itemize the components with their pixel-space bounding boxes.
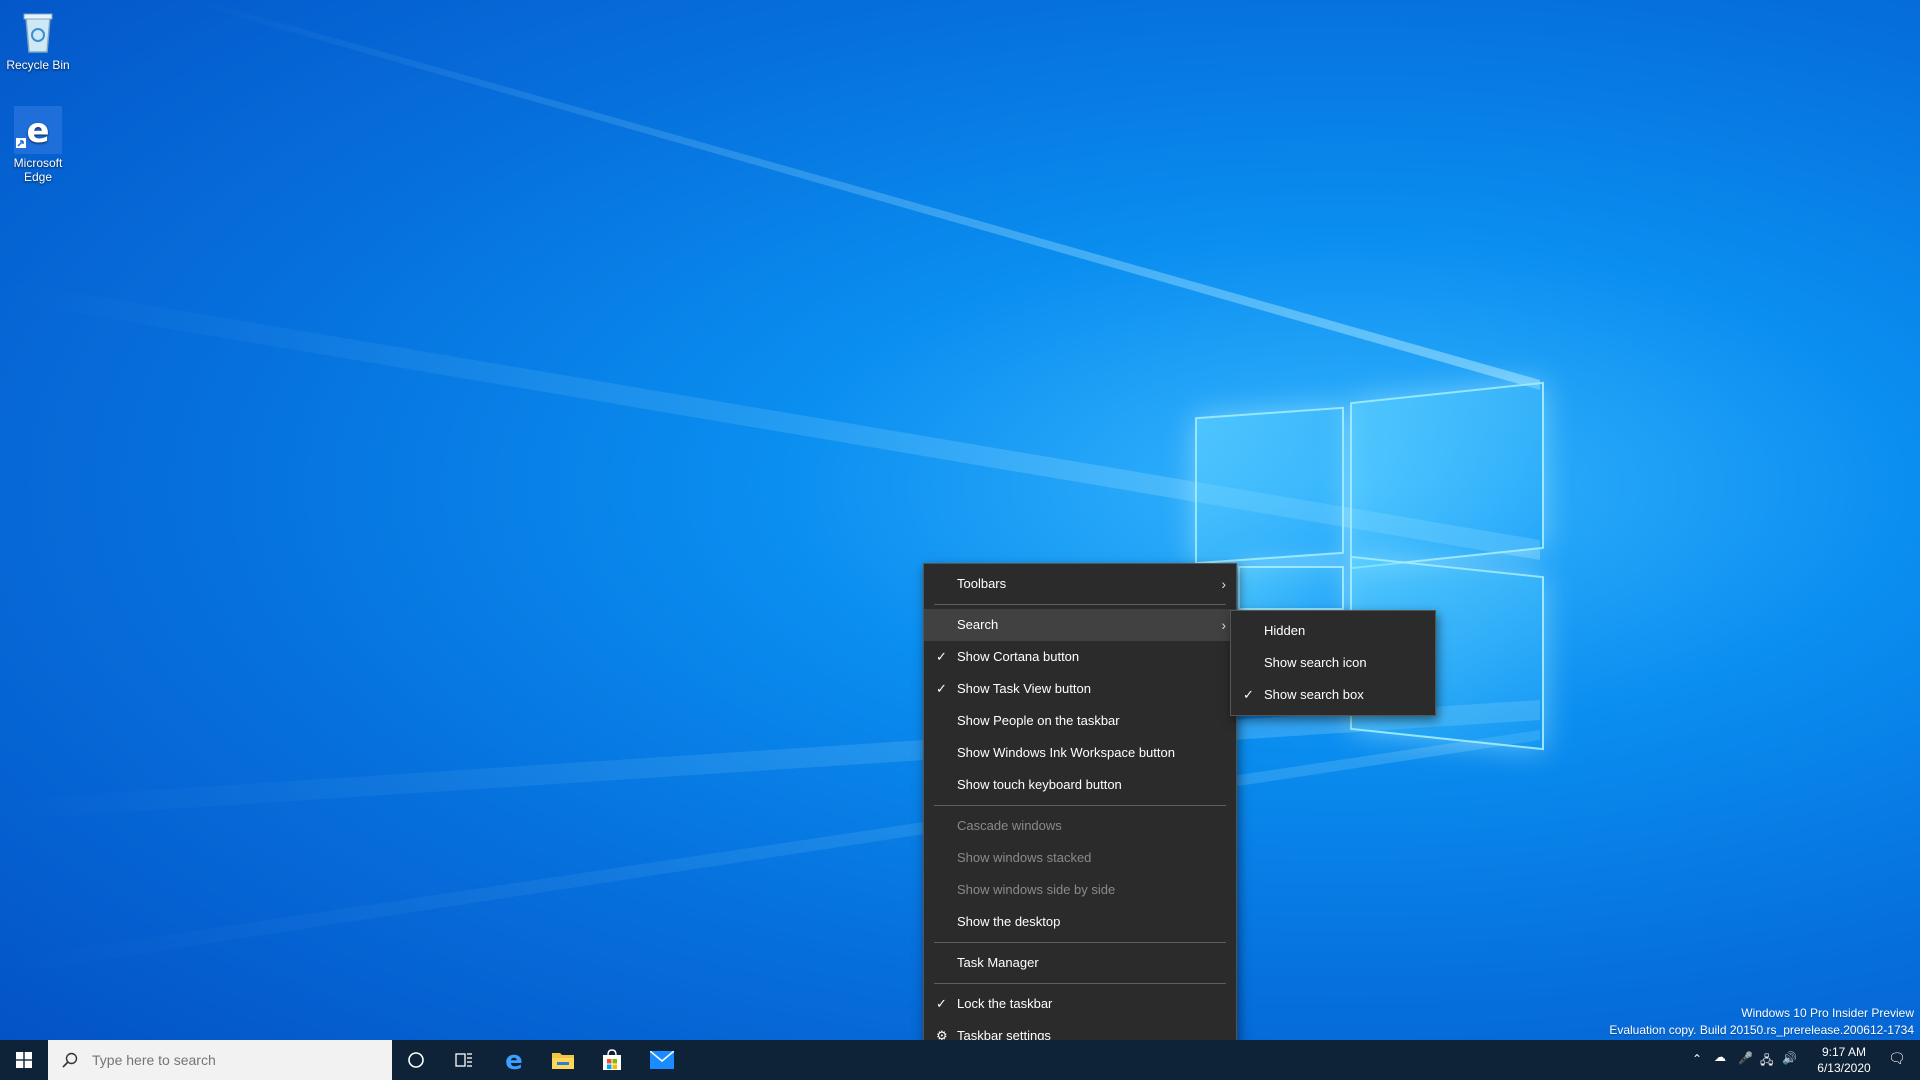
edge-taskbar-button[interactable]: e — [490, 1040, 538, 1080]
cortana-circle-icon — [408, 1052, 424, 1068]
menu-item-search[interactable]: Search › — [924, 609, 1236, 641]
action-center-icon[interactable]: 🗨 — [1888, 1050, 1906, 1067]
mail-button[interactable] — [638, 1040, 686, 1080]
submenu-item-show-search-box[interactable]: ✓ Show search box — [1231, 679, 1435, 711]
microsoft-edge-desktop-icon[interactable]: e Microsoft Edge — [0, 106, 76, 184]
menu-item-show-task-view[interactable]: ✓ Show Task View button — [924, 673, 1236, 705]
menu-item-lock-taskbar[interactable]: ✓ Lock the taskbar — [924, 988, 1236, 1020]
svg-text:e: e — [26, 111, 49, 151]
watermark-build: Evaluation copy. Build 20150.rs_prerelea… — [1609, 1023, 1914, 1037]
checkmark-icon: ✓ — [936, 681, 947, 696]
file-explorer-button[interactable] — [539, 1040, 587, 1080]
search-submenu: Hidden Show search icon ✓ Show search bo… — [1230, 610, 1436, 716]
clock-time: 9:17 AM — [1821, 1045, 1867, 1059]
menu-item-show-desktop[interactable]: Show the desktop — [924, 906, 1236, 938]
menu-item-windows-stacked: Show windows stacked — [924, 842, 1236, 874]
lock-taskbar-label: Lock the taskbar — [957, 996, 1053, 1011]
search-input[interactable] — [90, 1051, 374, 1069]
windows-start-icon — [16, 1052, 32, 1068]
chevron-right-icon: › — [1221, 617, 1226, 633]
recycle-bin-icon — [14, 8, 62, 56]
checkmark-icon: ✓ — [1243, 687, 1254, 702]
volume-icon[interactable]: 🔊 — [1782, 1051, 1797, 1065]
cortana-button[interactable] — [392, 1040, 440, 1080]
start-button[interactable] — [0, 1040, 48, 1080]
checkmark-icon: ✓ — [936, 649, 947, 664]
svg-text:e: e — [505, 1047, 523, 1073]
hidden-label: Hidden — [1264, 623, 1306, 638]
taskbar[interactable]: e ⌃ ☁ 🎤 🖧 🔊 9:17 AM 6/13/2020 — [0, 1040, 1920, 1080]
recycle-bin-label: Recycle Bin — [6, 58, 70, 72]
show-search-box-label: Show search box — [1264, 687, 1364, 702]
side-by-side-label: Show windows side by side — [957, 882, 1116, 897]
edge-icon: e — [505, 1047, 523, 1073]
search-icon — [62, 1052, 78, 1068]
microsoft-edge-label: Microsoft Edge — [13, 156, 63, 184]
menu-item-task-manager[interactable]: Task Manager — [924, 947, 1236, 979]
folder-icon — [552, 1053, 574, 1069]
network-icon[interactable]: 🖧 — [1760, 1051, 1773, 1072]
microsoft-store-button[interactable] — [588, 1040, 636, 1080]
task-view-button[interactable] — [440, 1040, 488, 1080]
menu-item-show-cortana[interactable]: ✓ Show Cortana button — [924, 641, 1236, 673]
show-touch-keyboard-label: Show touch keyboard button — [957, 777, 1122, 792]
menu-item-show-ink-workspace[interactable]: Show Windows Ink Workspace button — [924, 737, 1236, 769]
clock[interactable]: 9:17 AM 6/13/2020 — [1802, 1044, 1886, 1076]
show-task-view-label: Show Task View button — [957, 681, 1091, 696]
task-manager-label: Task Manager — [957, 955, 1039, 970]
submenu-item-hidden[interactable]: Hidden — [1231, 615, 1435, 647]
toolbars-label: Toolbars — [957, 576, 1007, 591]
taskbar-context-menu: Toolbars › Search › ✓ Show Cortana butto… — [923, 563, 1237, 1057]
mail-icon — [650, 1051, 674, 1069]
microphone-icon[interactable]: 🎤 — [1738, 1051, 1753, 1065]
store-bag-icon — [603, 1049, 621, 1070]
edge-icon: e — [14, 106, 62, 154]
show-ink-label: Show Windows Ink Workspace button — [957, 745, 1175, 760]
search-label: Search — [957, 617, 999, 632]
stacked-label: Show windows stacked — [957, 850, 1092, 865]
show-search-icon-label: Show search icon — [1264, 655, 1367, 670]
cloud-icon[interactable]: ☁ — [1714, 1050, 1726, 1064]
menu-separator — [934, 983, 1226, 984]
menu-item-show-people[interactable]: Show People on the taskbar — [924, 705, 1236, 737]
clock-date: 6/13/2020 — [1817, 1061, 1871, 1075]
chevron-up-icon[interactable]: ⌃ — [1692, 1052, 1702, 1066]
menu-item-show-touch-keyboard[interactable]: Show touch keyboard button — [924, 769, 1236, 801]
cascade-label: Cascade windows — [957, 818, 1062, 833]
task-view-icon — [455, 1053, 472, 1067]
menu-separator — [934, 805, 1226, 806]
show-cortana-label: Show Cortana button — [957, 649, 1080, 664]
submenu-item-show-search-icon[interactable]: Show search icon — [1231, 647, 1435, 679]
menu-separator — [934, 604, 1226, 605]
menu-item-toolbars[interactable]: Toolbars › — [924, 568, 1236, 600]
taskbar-search-box[interactable] — [48, 1040, 392, 1080]
show-desktop-label: Show the desktop — [957, 914, 1061, 929]
system-tray: ⌃ ☁ 🎤 🖧 🔊 9:17 AM 6/13/2020 🗨 — [1680, 1040, 1920, 1080]
chevron-right-icon: › — [1221, 576, 1226, 592]
build-watermark: Windows 10 Pro Insider Preview Evaluatio… — [1609, 1005, 1914, 1039]
watermark-edition: Windows 10 Pro Insider Preview — [1741, 1006, 1914, 1020]
recycle-bin-desktop-icon[interactable]: Recycle Bin — [0, 8, 76, 72]
show-people-label: Show People on the taskbar — [957, 713, 1120, 728]
menu-separator — [934, 942, 1226, 943]
menu-item-cascade-windows: Cascade windows — [924, 810, 1236, 842]
checkmark-icon: ✓ — [936, 996, 947, 1011]
menu-item-side-by-side: Show windows side by side — [924, 874, 1236, 906]
